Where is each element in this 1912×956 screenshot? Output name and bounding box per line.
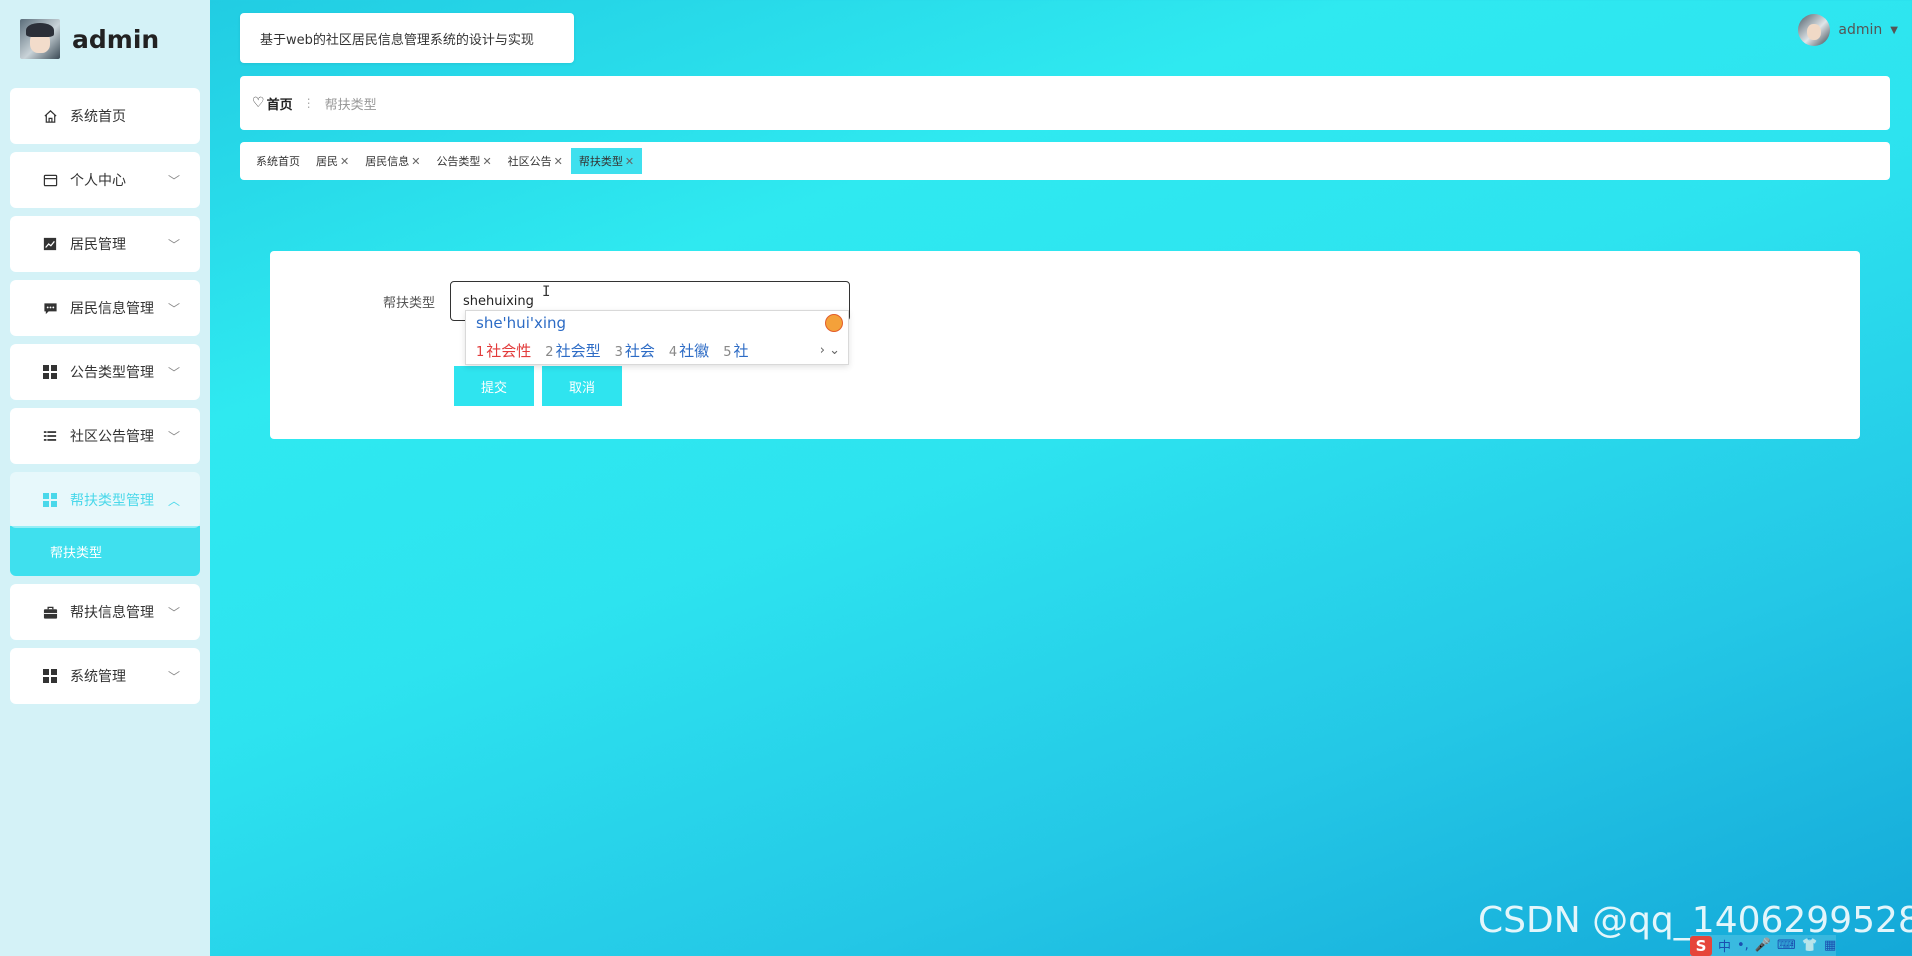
close-icon[interactable]: ✕ [625, 155, 634, 168]
sidebar-item-system[interactable]: 系统管理 ﹀ [10, 648, 200, 704]
ime-next-icon[interactable]: › ⌄ [820, 343, 840, 358]
ime-candidate[interactable]: 3 社会 [615, 340, 655, 361]
ime-language[interactable]: 中 [1718, 936, 1731, 955]
ime-pinyin: she'hui'xing [476, 314, 567, 332]
sidebar-menu: 系统首页 个人中心 ﹀ 居民管理 ﹀ 居民信息管理 ﹀ 公告类型管理 ﹀ 社区公… [10, 88, 200, 712]
tab-bar: 系统首页 居民 ✕ 居民信息 ✕ 公告类型 ✕ 社区公告 ✕ 帮扶类型 ✕ [240, 142, 1890, 180]
text-cursor-icon: I [542, 284, 551, 300]
chevron-down-icon: ﹀ [167, 606, 180, 620]
ime-candidate[interactable]: 2 社会型 [545, 340, 600, 361]
sidebar: admin 系统首页 个人中心 ﹀ 居民管理 ﹀ 居民信息管理 ﹀ 公告类型管理… [0, 0, 210, 956]
close-icon[interactable]: ✕ [482, 155, 491, 168]
sidebar-item-residents[interactable]: 居民管理 ﹀ [10, 216, 200, 272]
message-icon [42, 300, 58, 316]
submit-button[interactable]: 提交 [454, 366, 534, 406]
avatar [1798, 14, 1831, 46]
breadcrumb: ♡ 首页 ⋮ 帮扶类型 [240, 76, 1890, 130]
tab-label: 居民信息 [365, 155, 410, 168]
ime-candidate-window: she'hui'xing 1 社会性 2 社会型 3 社会 4 社徽 5社 › ⌄ [465, 310, 849, 365]
cancel-button[interactable]: 取消 [542, 366, 622, 406]
grid-icon [42, 668, 58, 684]
toolbox-icon[interactable]: ▦ [1824, 938, 1836, 953]
chart-icon [42, 236, 58, 252]
sogou-icon[interactable]: S [1690, 935, 1712, 956]
breadcrumb-current: 帮扶类型 [324, 97, 377, 113]
tab-label: 帮扶类型 [578, 155, 623, 168]
ime-candidate[interactable]: 4 社徽 [669, 340, 709, 361]
caret-down-icon: ▼ [1890, 24, 1898, 36]
chevron-down-icon: ﹀ [167, 302, 180, 316]
submenu-item-aid-type[interactable]: 帮扶类型 [10, 526, 200, 576]
sidebar-item-aid-type[interactable]: 帮扶类型管理 ︿ [10, 472, 200, 528]
ime-tray: S 中 •, 🎤 ⌨ 👕 ▦ [1690, 935, 1837, 956]
chevron-down-icon: ﹀ [167, 366, 180, 380]
breadcrumb-separator: ⋮ [302, 96, 315, 110]
ime-candidate[interactable]: 1 社会性 [476, 340, 531, 361]
sidebar-item-label: 帮扶信息管理 [70, 605, 154, 621]
chevron-down-icon: ﹀ [167, 670, 180, 684]
close-icon[interactable]: ✕ [411, 155, 420, 168]
brand-name: admin [72, 24, 160, 54]
tab-label: 系统首页 [256, 155, 300, 168]
brand-avatar [20, 19, 60, 59]
aid-type-label: 帮扶类型 [383, 296, 436, 311]
sidebar-item-label: 公告类型管理 [70, 365, 154, 381]
sidebar-item-label: 居民信息管理 [70, 301, 154, 317]
user-card-icon [42, 172, 58, 188]
tab-notice-type[interactable]: 公告类型 ✕ [428, 148, 499, 174]
sidebar-item-label: 系统首页 [70, 109, 126, 125]
ime-logo-icon [825, 314, 843, 332]
tab-label: 公告类型 [436, 155, 481, 168]
sidebar-item-aid-info[interactable]: 帮扶信息管理 ﹀ [10, 584, 200, 640]
briefcase-icon [42, 604, 58, 620]
user-name: admin [1838, 22, 1883, 38]
home-icon [42, 108, 58, 124]
tab-community-notice[interactable]: 社区公告 ✕ [500, 148, 571, 174]
sidebar-item-label: 系统管理 [70, 669, 126, 685]
list-icon [42, 428, 58, 444]
chevron-down-icon: ﹀ [167, 174, 180, 188]
sidebar-item-resident-info[interactable]: 居民信息管理 ﹀ [10, 280, 200, 336]
heart-icon: ♡ [252, 95, 265, 111]
grid-icon [42, 492, 58, 508]
sidebar-item-community-notice[interactable]: 社区公告管理 ﹀ [10, 408, 200, 464]
chevron-down-icon: ﹀ [167, 238, 180, 252]
grid-icon [42, 364, 58, 380]
sidebar-item-label: 社区公告管理 [70, 429, 154, 445]
tab-aid-type[interactable]: 帮扶类型 ✕ [570, 148, 643, 174]
chevron-down-icon: ﹀ [167, 430, 180, 444]
tab-label: 社区公告 [507, 155, 552, 168]
skin-icon[interactable]: 👕 [1802, 938, 1818, 953]
chevron-up-icon: ︿ [167, 494, 180, 508]
tab-home[interactable]: 系统首页 [248, 148, 308, 174]
sidebar-item-label: 帮扶类型管理 [70, 493, 154, 509]
tab-resident-info[interactable]: 居民信息 ✕ [357, 148, 428, 174]
microphone-icon[interactable]: 🎤 [1755, 938, 1771, 953]
breadcrumb-home-label: 首页 [266, 97, 293, 113]
ime-candidate[interactable]: 5社 [723, 340, 748, 361]
tab-residents[interactable]: 居民 ✕ [308, 148, 357, 174]
breadcrumb-home[interactable]: ♡ 首页 [252, 94, 293, 113]
close-icon[interactable]: ✕ [554, 155, 563, 168]
page-title: 基于web的社区居民信息管理系统的设计与实现 [240, 13, 574, 63]
sidebar-item-profile[interactable]: 个人中心 ﹀ [10, 152, 200, 208]
close-icon[interactable]: ✕ [340, 155, 349, 168]
sidebar-item-notice-type[interactable]: 公告类型管理 ﹀ [10, 344, 200, 400]
sidebar-item-label: 个人中心 [70, 173, 126, 189]
keyboard-icon[interactable]: ⌨ [1777, 938, 1796, 953]
ime-candidates: 1 社会性 2 社会型 3 社会 4 社徽 5社 [476, 340, 762, 361]
brand: admin [20, 18, 159, 60]
sidebar-item-home[interactable]: 系统首页 [10, 88, 200, 144]
punctuation-icon[interactable]: •, [1737, 938, 1749, 953]
tab-label: 居民 [316, 155, 338, 168]
user-menu[interactable]: admin ▼ [1798, 14, 1898, 46]
sidebar-item-label: 居民管理 [70, 237, 126, 253]
